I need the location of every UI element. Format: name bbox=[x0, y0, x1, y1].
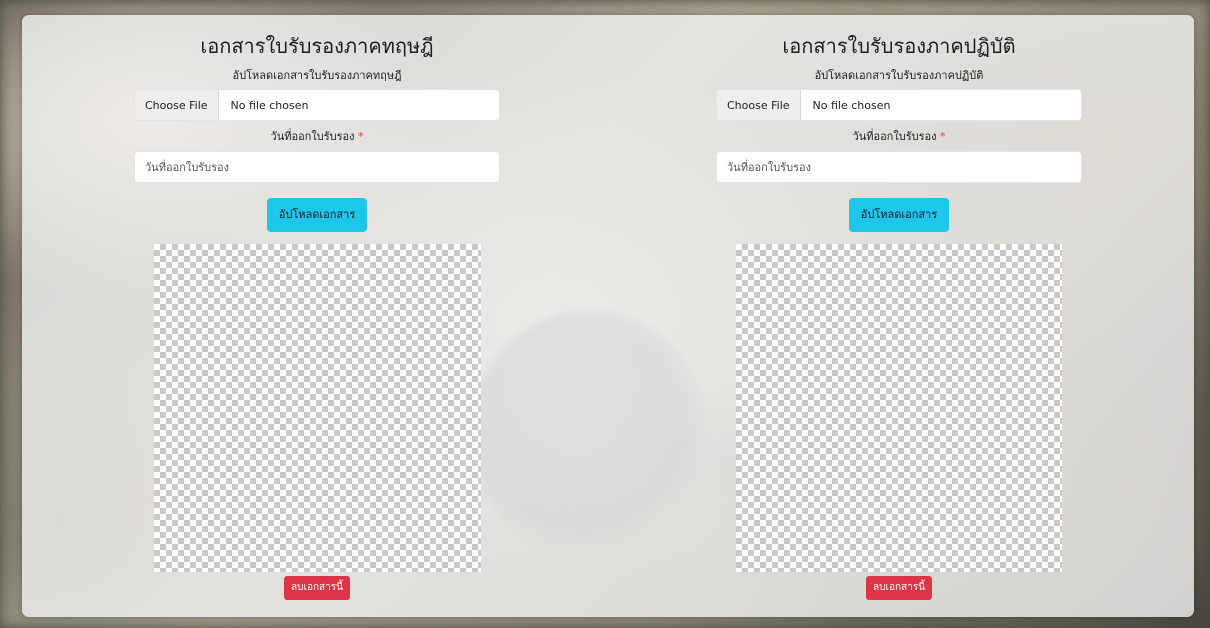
practice-date-label: วันที่ออกใบรับรอง * bbox=[716, 129, 1082, 145]
theory-date-label: วันที่ออกใบรับรอง * bbox=[134, 129, 500, 145]
theory-document-preview bbox=[153, 244, 481, 572]
theory-certificate-section: เอกสารใบรับรองภาคทฤษฎี อัปโหลดเอกสารใบรั… bbox=[134, 15, 500, 600]
practice-date-label-text: วันที่ออกใบรับรอง bbox=[852, 130, 937, 143]
theory-required-mark: * bbox=[357, 130, 364, 143]
practice-delete-wrap: ลบเอกสารนี้ bbox=[716, 575, 1082, 600]
theory-date-input[interactable] bbox=[134, 151, 500, 183]
practice-file-input[interactable]: Choose File No file chosen bbox=[716, 89, 1082, 121]
theory-upload-wrap: อัปโหลดเอกสาร bbox=[134, 198, 500, 232]
theory-upload-label: อัปโหลดเอกสารใบรับรองภาคทฤษฎี bbox=[232, 69, 402, 82]
practice-date-input[interactable] bbox=[716, 151, 1082, 183]
theory-date-label-text: วันที่ออกใบรับรอง bbox=[270, 130, 355, 143]
theory-delete-wrap: ลบเอกสารนี้ bbox=[134, 575, 500, 600]
practice-document-preview bbox=[736, 244, 1062, 572]
practice-certificate-section: เอกสารใบรับรองภาคปฏิบัติ อัปโหลดเอกสารใบ… bbox=[716, 15, 1082, 600]
practice-required-mark: * bbox=[939, 130, 946, 143]
theory-file-input[interactable]: Choose File No file chosen bbox=[134, 89, 500, 121]
theory-delete-button[interactable]: ลบเอกสารนี้ bbox=[284, 576, 350, 600]
practice-upload-button[interactable]: อัปโหลดเอกสาร bbox=[848, 198, 950, 232]
theory-title: เอกสารใบรับรองภาคทฤษฎี bbox=[200, 34, 434, 58]
theory-upload-button[interactable]: อัปโหลดเอกสาร bbox=[266, 198, 368, 232]
practice-upload-wrap: อัปโหลดเอกสาร bbox=[716, 198, 1082, 232]
practice-file-status: No file chosen bbox=[812, 98, 891, 112]
theory-choose-file-button[interactable]: Choose File bbox=[135, 90, 219, 120]
practice-title: เอกสารใบรับรองภาคปฏิบัติ bbox=[782, 34, 1016, 58]
practice-delete-button[interactable]: ลบเอกสารนี้ bbox=[866, 576, 932, 600]
practice-upload-label: อัปโหลดเอกสารใบรับรองภาคปฏิบัติ bbox=[814, 69, 984, 82]
certificate-upload-card: เอกสารใบรับรองภาคทฤษฎี อัปโหลดเอกสารใบรั… bbox=[22, 15, 1194, 617]
theory-file-status: No file chosen bbox=[230, 98, 309, 112]
practice-choose-file-button[interactable]: Choose File bbox=[717, 90, 801, 120]
